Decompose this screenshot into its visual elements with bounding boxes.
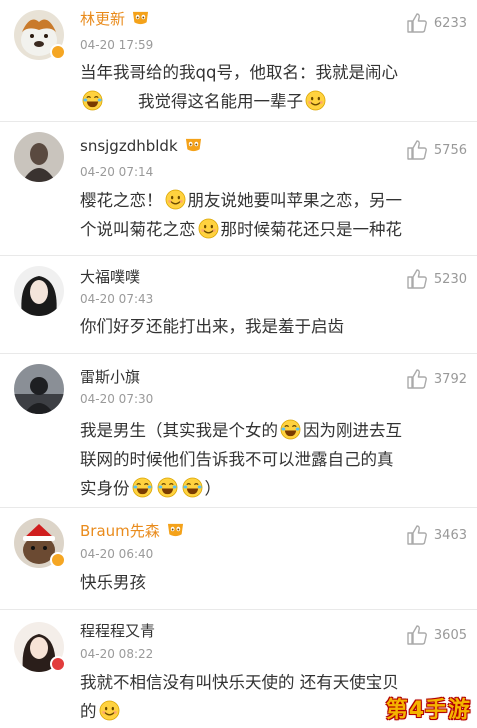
vip-level-icon xyxy=(166,521,185,538)
avatar[interactable] xyxy=(14,132,64,182)
like-count: 3792 xyxy=(433,371,467,387)
avatar[interactable] xyxy=(14,364,64,414)
grinning-emoji xyxy=(165,189,186,210)
comment-time: 04-20 06:40 xyxy=(80,547,154,561)
crying-laughing-emoji xyxy=(280,419,301,440)
comment-item: 大福噗噗 04-20 07:43 5230 你们好歹还能打出来，我是羞于启齿 xyxy=(0,256,477,354)
comment-text: 樱花之恋！ 朋友说她要叫苹果之恋，另一 个说叫菊花之恋 那时候菊花还只是一种花 xyxy=(80,189,402,239)
verified-badge-icon xyxy=(50,44,66,60)
vip-level-icon xyxy=(184,136,203,153)
comment-time: 04-20 07:30 xyxy=(80,392,154,406)
comment-item: snsjgzdhbldk 04-20 07:14 5756 樱花之恋！ 朋友说她要… xyxy=(0,122,477,256)
like-button[interactable]: 3605 xyxy=(406,624,467,646)
site-watermark: 第4手游 xyxy=(385,698,471,723)
comment-time: 04-20 08:22 xyxy=(80,647,154,661)
like-button[interactable]: 5230 xyxy=(406,268,467,290)
user-name[interactable]: 大福噗噗 xyxy=(80,266,140,287)
comment-text: 快乐男孩 xyxy=(80,573,146,592)
crying-laughing-emoji xyxy=(157,477,178,498)
like-count: 5230 xyxy=(433,271,467,287)
like-button[interactable]: 5756 xyxy=(406,139,467,161)
comment-text: 当年我哥给的我qq号，他取名：我就是闹心 我觉得这名能用一辈子 xyxy=(80,63,398,111)
avatar[interactable] xyxy=(14,266,64,316)
comment-time: 04-20 07:14 xyxy=(80,165,154,179)
verified-badge-icon xyxy=(50,656,66,672)
thumbs-up-icon xyxy=(406,368,428,390)
thumbs-up-icon xyxy=(406,139,428,161)
comment-text: 你们好歹还能打出来，我是羞于启齿 xyxy=(80,317,344,336)
crying-laughing-emoji xyxy=(132,477,153,498)
thumbs-up-icon xyxy=(406,12,428,34)
thumbs-up-icon xyxy=(406,268,428,290)
like-button[interactable]: 3792 xyxy=(406,368,467,390)
like-count: 5756 xyxy=(433,142,467,158)
like-count: 3463 xyxy=(433,527,467,543)
comment-text: 我是男生（其实我是个女的 因为刚进去互 联网的时候他们告诉我不可以泄露自己的真 实身份… xyxy=(80,419,402,498)
user-name[interactable]: 林更新 xyxy=(80,8,150,29)
like-count: 6233 xyxy=(433,15,467,31)
like-count: 3605 xyxy=(433,627,467,643)
grinning-emoji xyxy=(99,700,120,721)
thumbs-up-icon xyxy=(406,524,428,546)
crying-laughing-emoji xyxy=(82,90,103,111)
comment-time: 04-20 07:43 xyxy=(80,292,154,306)
crying-laughing-emoji xyxy=(182,477,203,498)
like-button[interactable]: 6233 xyxy=(406,12,467,34)
comment-time: 04-20 17:59 xyxy=(80,38,154,52)
user-name[interactable]: Braum先森 xyxy=(80,520,185,541)
grinning-emoji xyxy=(305,90,326,111)
user-name[interactable]: 程程程又青 xyxy=(80,620,155,641)
comment-item: 雷斯小旗 04-20 07:30 3792 我是男生（其实我是个女的 因为刚进去互… xyxy=(0,354,477,508)
user-name[interactable]: 雷斯小旗 xyxy=(80,366,140,387)
like-button[interactable]: 3463 xyxy=(406,524,467,546)
user-name[interactable]: snsjgzdhbldk xyxy=(80,136,203,155)
comment-item: 林更新 04-20 17:59 6233 当年我哥给的我qq号，他取名：我就是闹… xyxy=(0,0,477,122)
comment-item: Braum先森 04-20 06:40 3463 快乐男孩 xyxy=(0,508,477,610)
thumbs-up-icon xyxy=(406,624,428,646)
verified-badge-icon xyxy=(50,552,66,568)
vip-level-icon xyxy=(131,9,150,26)
grinning-emoji xyxy=(198,218,219,239)
